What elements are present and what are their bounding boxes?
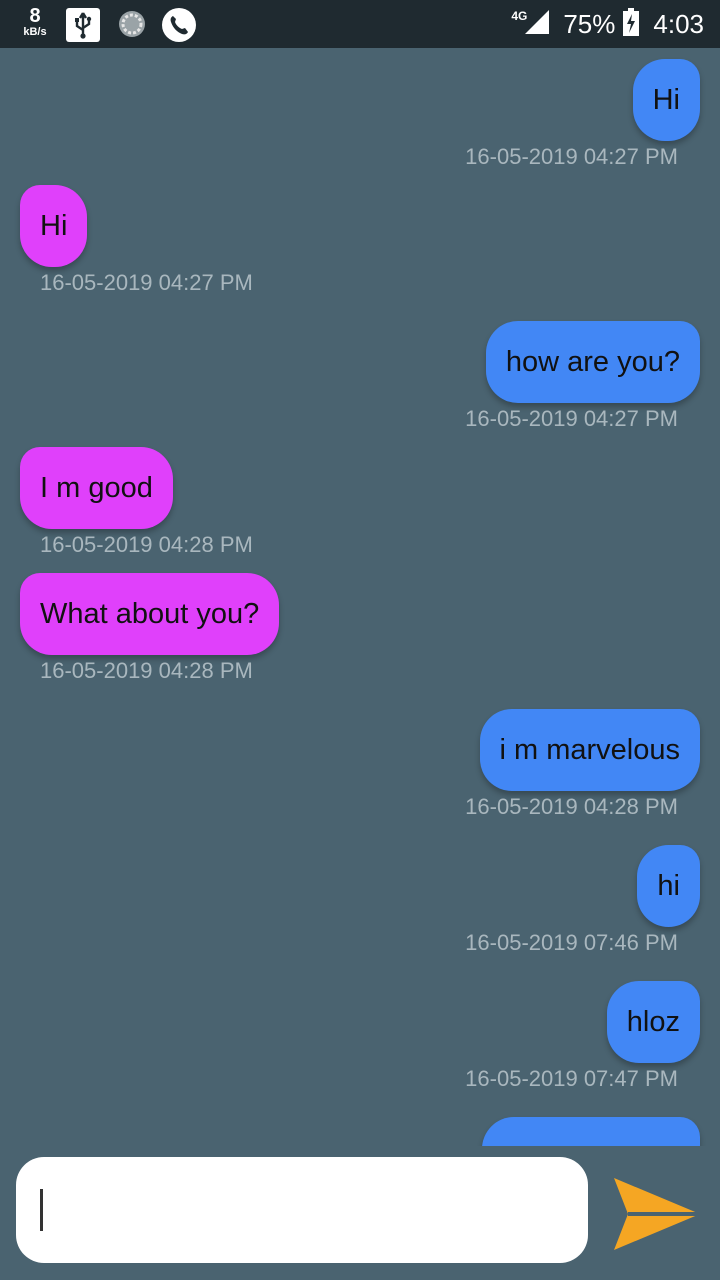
send-button[interactable] bbox=[608, 1174, 704, 1254]
message-bubble-received[interactable]: Hi bbox=[20, 185, 88, 267]
message-composer bbox=[0, 1146, 720, 1280]
message-timestamp: 16-05-2019 04:28 PM bbox=[40, 658, 253, 683]
message-bubble-received[interactable]: What about you? bbox=[20, 573, 280, 655]
battery-percent: 75% bbox=[563, 8, 616, 39]
message-input[interactable] bbox=[16, 1157, 588, 1263]
text-cursor bbox=[40, 1189, 43, 1231]
message-list[interactable]: Hi 16-05-2019 04:27 PM Hi 16-05-2019 04:… bbox=[0, 48, 720, 1146]
message-bubble-sent[interactable]: i m marvelous bbox=[479, 709, 700, 791]
message-timestamp: 16-05-2019 04:27 PM bbox=[465, 406, 678, 431]
message-bubble-sent[interactable]: how are you? bbox=[485, 321, 700, 403]
network-speed: 8 kB/s bbox=[18, 6, 52, 38]
message-timestamp: 16-05-2019 04:28 PM bbox=[465, 794, 678, 819]
clock: 4:03 bbox=[653, 8, 704, 39]
network-speed-unit: kB/s bbox=[23, 26, 47, 38]
message-timestamp: 16-05-2019 07:47 PM bbox=[465, 1066, 678, 1091]
message-bubble-sent[interactable]: Hi bbox=[632, 59, 700, 141]
message-bubble-received[interactable]: I m good bbox=[20, 447, 173, 529]
signal-icon bbox=[523, 8, 551, 41]
message-timestamp: 16-05-2019 07:46 PM bbox=[465, 930, 678, 955]
status-bar: 8 kB/s 4G 75% 4:03 bbox=[0, 0, 720, 48]
battery-charging-icon bbox=[623, 7, 640, 41]
message-timestamp: 16-05-2019 04:28 PM bbox=[40, 532, 253, 557]
message-bubble-sent[interactable]: hi bbox=[637, 845, 700, 927]
message-timestamp: 16-05-2019 04:27 PM bbox=[465, 144, 678, 169]
send-icon bbox=[614, 1178, 700, 1250]
message-timestamp: 16-05-2019 04:27 PM bbox=[40, 270, 253, 295]
phone-icon bbox=[162, 8, 196, 42]
message-bubble-sent[interactable] bbox=[482, 1117, 700, 1146]
sync-icon bbox=[116, 8, 148, 40]
message-bubble-sent[interactable]: hloz bbox=[606, 981, 700, 1063]
network-type-label: 4G bbox=[511, 9, 528, 23]
usb-icon bbox=[66, 8, 100, 42]
network-speed-value: 8 bbox=[29, 5, 41, 27]
